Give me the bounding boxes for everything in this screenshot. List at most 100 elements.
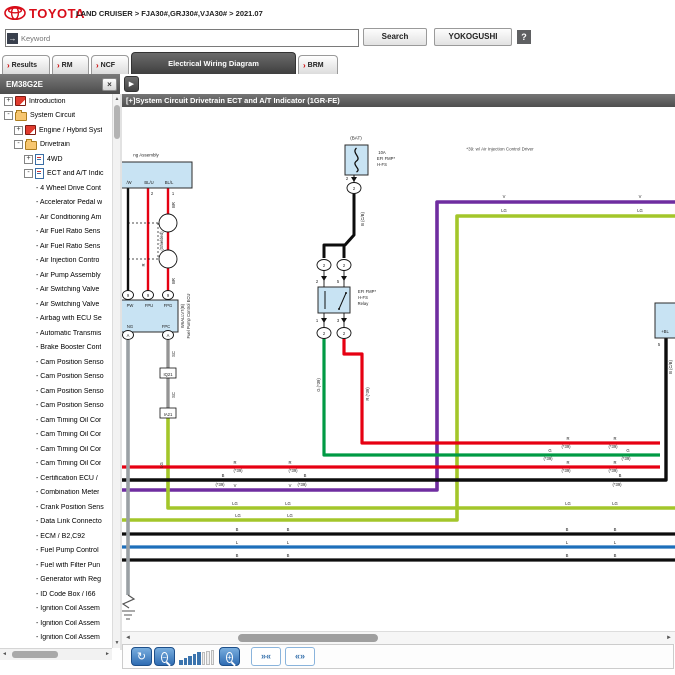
expand-panel-button[interactable]: ▶ xyxy=(124,76,139,92)
tree-item[interactable]: - System Circuit xyxy=(0,109,112,124)
tree-item[interactable]: - Air Conditioning Am xyxy=(0,210,112,225)
tree-item[interactable]: - Cam Timing Oil Cor xyxy=(0,428,112,443)
wiring-diagram-canvas[interactable]: (BAT) 10A EFI FMP* H-FS 2 2 B (C/B) 2 2 2 5 EFI FMP… xyxy=(122,107,675,628)
diagram-hscrollbar[interactable]: ◄ ► xyxy=(122,631,675,644)
tree-item[interactable]: - Drivetrain xyxy=(0,138,112,153)
tree-item[interactable]: - Fuel Pump Control xyxy=(0,544,112,559)
tree-item-label: - Airbag with ECU Se xyxy=(36,315,102,323)
tree-item[interactable]: - Data Link Connecto xyxy=(0,515,112,530)
zoom-out-button[interactable]: − xyxy=(154,647,175,666)
tree-item[interactable]: - Generator with Reg xyxy=(0,573,112,588)
tree-item-label: ECT and A/T Indic xyxy=(47,170,104,178)
refresh-icon: ↻ xyxy=(136,651,147,663)
tree-expander-icon[interactable]: - xyxy=(14,140,23,150)
tree-item[interactable]: - ECT and A/T Indic xyxy=(0,167,112,182)
tree-item[interactable]: - Automatic Transmis xyxy=(0,326,112,341)
help-button[interactable]: ? xyxy=(517,30,531,44)
folder-icon xyxy=(15,110,27,122)
tree-item[interactable]: - Combination Meter xyxy=(0,486,112,501)
tab-electrical-wiring-diagram[interactable]: Electrical Wiring Diagram xyxy=(131,52,296,74)
tree-item[interactable]: - Cam Timing Oil Cor xyxy=(0,442,112,457)
keyword-field-wrap: → xyxy=(5,29,359,47)
tree-item-label: - ECM / B2,C92 xyxy=(36,532,86,540)
tree-item-label: - Air Fuel Ratio Sens xyxy=(36,228,101,236)
tree-item[interactable]: - Air Switching Valve xyxy=(0,283,112,298)
tree-item[interactable]: - Cam Position Senso xyxy=(0,370,112,385)
tree-item[interactable]: - Air Switching Valve xyxy=(0,297,112,312)
tab-brm[interactable]: › BRM xyxy=(298,55,338,74)
tree-expander-icon[interactable]: + xyxy=(14,125,23,135)
scroll-left-icon[interactable]: ◄ xyxy=(2,651,7,657)
tree-item-label: - Ignition Coil Assem xyxy=(36,634,100,642)
zoom-in-button[interactable]: + xyxy=(219,647,240,666)
app-window: TOYOTA LAND CRUISER > FJA30#,GRJ30#,VJA3… xyxy=(0,0,675,675)
refresh-button[interactable]: ↻ xyxy=(131,647,152,666)
scroll-right-icon[interactable]: ► xyxy=(105,651,110,657)
tree-item[interactable]: + Engine / Hybrid Syst xyxy=(0,123,112,138)
scroll-left-icon[interactable]: ◄ xyxy=(125,635,131,641)
tree-item[interactable]: - Accelerator Pedal w xyxy=(0,196,112,211)
tree-item-label: System Circuit xyxy=(30,112,76,120)
tree-expander-icon[interactable]: - xyxy=(4,111,13,121)
close-icon[interactable]: × xyxy=(102,77,117,91)
zoom-in-icon: + xyxy=(226,652,233,663)
tab-results[interactable]: › Results xyxy=(2,55,50,74)
keyword-input[interactable] xyxy=(18,33,358,43)
tree-item[interactable]: - Cam Position Senso xyxy=(0,399,112,414)
tree-item-label: - Automatic Transmis xyxy=(36,329,102,337)
tree-item-label: - Cam Position Senso xyxy=(36,373,104,381)
tree-item[interactable]: - 4 Wheel Drive Cont xyxy=(0,181,112,196)
tree-expander-icon[interactable]: + xyxy=(24,154,33,164)
tree-item[interactable]: +4WD xyxy=(0,152,112,167)
tree-item-label: - Air Injection Contro xyxy=(36,257,100,265)
tab-arrow-icon: › xyxy=(303,60,306,70)
tree-item[interactable]: - ID Code Box / I66 xyxy=(0,587,112,602)
tree-item[interactable]: - Air Pump Assembly xyxy=(0,268,112,283)
tree-item[interactable]: - Ignition Coil Assem xyxy=(0,616,112,631)
tree-item[interactable]: - Ignition Coil Assem xyxy=(0,602,112,617)
tree-item[interactable]: - Ignition Coil Assem xyxy=(0,631,112,646)
tree-item[interactable]: - Air Fuel Ratio Sens xyxy=(0,239,112,254)
search-button[interactable]: Search xyxy=(363,28,427,46)
scroll-right-icon[interactable]: ► xyxy=(666,635,672,641)
tree-item[interactable]: - Cam Timing Oil Cor xyxy=(0,457,112,472)
tab-label: NCF xyxy=(100,61,116,69)
system-tree: + Introduction - System Circuit + Engine / Hy… xyxy=(0,94,112,650)
tab-rm[interactable]: › RM xyxy=(52,55,89,74)
tree-expander-icon[interactable]: + xyxy=(4,96,13,106)
diagram-hscroll-thumb[interactable] xyxy=(238,634,378,642)
sidebar-hscrollbar[interactable]: ◄ ► xyxy=(0,648,112,660)
tree-item[interactable]: - Cam Position Senso xyxy=(0,355,112,370)
tree-item[interactable]: - Cam Position Senso xyxy=(0,384,112,399)
tree-item[interactable]: - Certification ECU / xyxy=(0,471,112,486)
sidebar-hscroll-thumb[interactable] xyxy=(12,651,58,658)
tree-item[interactable]: - Fuel with Filter Pun xyxy=(0,558,112,573)
page-back-button[interactable]: »« xyxy=(251,647,281,666)
tree-item-label: - 4 Wheel Drive Cont xyxy=(36,184,101,192)
tree-item[interactable]: - Air Injection Contro xyxy=(0,254,112,269)
tree-item-label: - Air Fuel Ratio Sens xyxy=(36,242,101,250)
tree-item[interactable]: - Cam Timing Oil Cor xyxy=(0,413,112,428)
tree-item[interactable]: - Air Fuel Ratio Sens xyxy=(0,225,112,240)
tree-item[interactable]: - Crank Position Sens xyxy=(0,500,112,515)
page-icon xyxy=(35,168,44,180)
document-tab[interactable]: EM38G2E × xyxy=(0,74,120,94)
page-forward-button[interactable]: «» xyxy=(285,647,315,666)
tree-expander-icon[interactable]: - xyxy=(24,169,33,179)
tree-item-label: - Brake Booster Cont xyxy=(36,344,102,352)
tree-item-label: - Air Switching Valve xyxy=(36,286,100,294)
zoom-level-bars[interactable] xyxy=(179,650,214,665)
tab-arrow-icon: › xyxy=(7,60,10,70)
tree-item[interactable]: + Introduction xyxy=(0,94,112,109)
tree-item[interactable]: - Brake Booster Cont xyxy=(0,341,112,356)
tree-item-label: - Cam Timing Oil Cor xyxy=(36,460,102,468)
tree-item-label: - Cam Position Senso xyxy=(36,402,104,410)
tree-item-label: - Fuel Pump Control xyxy=(36,547,99,555)
tree-item[interactable]: - ECM / B2,C92 xyxy=(0,529,112,544)
go-arrow-icon[interactable]: → xyxy=(7,32,18,44)
tab-ncf[interactable]: › NCF xyxy=(91,55,129,74)
yokogushi-button[interactable]: YOKOGUSHI xyxy=(434,28,512,46)
toyota-logo-icon xyxy=(4,6,26,20)
tree-item[interactable]: - Airbag with ECU Se xyxy=(0,312,112,327)
tree-item-label: 4WD xyxy=(47,155,63,163)
